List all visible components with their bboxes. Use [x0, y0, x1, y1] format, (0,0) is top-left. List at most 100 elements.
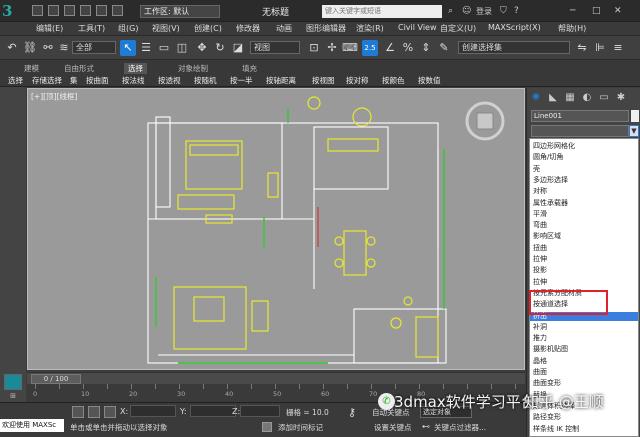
align-icon[interactable]: ⊫	[592, 40, 608, 56]
utilities-icon[interactable]: ✱	[614, 91, 628, 105]
modifier-item[interactable]: 弯曲	[533, 221, 547, 230]
save-icon[interactable]	[64, 5, 75, 16]
edit-named-selection-icon[interactable]: ✎	[436, 40, 452, 56]
menu-help[interactable]: 帮助(H)	[558, 23, 586, 34]
open-file-icon[interactable]	[48, 5, 59, 16]
menu-animation[interactable]: 动画	[276, 23, 292, 34]
bind-space-warp-icon[interactable]: ≋	[56, 40, 72, 56]
select-by-name-icon[interactable]: ☰	[138, 40, 154, 56]
snap-toggle-icon[interactable]: 2.5	[362, 40, 378, 56]
key-icon[interactable]: ⚷	[348, 406, 356, 419]
modify-icon[interactable]: ◣	[546, 91, 560, 105]
select-manipulate-icon[interactable]: ✢	[324, 40, 340, 56]
ribbon-button-by-surface[interactable]: 按曲面	[86, 75, 109, 86]
minimize-icon[interactable]: ─	[570, 6, 575, 16]
menu-edit[interactable]: 编辑(E)	[36, 23, 63, 34]
select-rotate-icon[interactable]: ↻	[212, 40, 228, 56]
isolate-icon[interactable]	[88, 406, 100, 418]
unlink-icon[interactable]: ⚯	[40, 40, 56, 56]
ribbon-button-by-half[interactable]: 按一半	[230, 75, 253, 86]
modifier-item[interactable]: 对称	[533, 187, 547, 196]
modifier-item[interactable]: 样条线 IK 控制	[533, 425, 579, 434]
keyboard-shortcut-icon[interactable]: ⌨	[342, 40, 358, 56]
modifier-item[interactable]: 拉伸	[533, 255, 547, 264]
project-folder-icon[interactable]	[112, 5, 123, 16]
window-crossing-icon[interactable]: ◫	[174, 40, 190, 56]
lock-selection-icon[interactable]	[72, 406, 84, 418]
time-slider[interactable]: 0 / 100	[27, 372, 525, 384]
add-time-tag-icon[interactable]	[262, 422, 272, 432]
menu-maxscript[interactable]: MAXScript(X)	[488, 23, 541, 32]
y-coordinate-field[interactable]	[190, 405, 236, 417]
transform-mode-icon[interactable]	[104, 406, 116, 418]
key-filters-button[interactable]: 关键点过滤器...	[434, 422, 486, 433]
layer-manager-icon[interactable]: ≡	[610, 40, 626, 56]
menu-create[interactable]: 创建(C)	[194, 23, 222, 34]
ribbon-button-by-random[interactable]: 按随机	[194, 75, 217, 86]
search-input[interactable]: 键入关键字或短语	[322, 5, 442, 18]
chevron-down-icon[interactable]: ▼	[629, 125, 639, 137]
modifier-item[interactable]: 曲面	[533, 368, 547, 377]
mirror-icon[interactable]: ⇋	[574, 40, 590, 56]
percent-snap-icon[interactable]: %	[400, 40, 416, 56]
modifier-item[interactable]: 平滑	[533, 210, 547, 219]
modifier-item[interactable]: 扭曲	[533, 244, 547, 253]
angle-snap-icon[interactable]: ∠	[382, 40, 398, 56]
select-scale-icon[interactable]: ◪	[230, 40, 246, 56]
modifier-item[interactable]: 曲面变形	[533, 379, 561, 388]
modifier-item[interactable]: 摄影机贴图	[533, 345, 568, 354]
object-name-field[interactable]: Line001	[531, 110, 629, 122]
menu-civil-view[interactable]: Civil View	[398, 23, 437, 32]
close-icon[interactable]: ✕	[614, 6, 622, 16]
modifier-item[interactable]: 拉伸	[533, 278, 547, 287]
ribbon-button-by-normal[interactable]: 按法线	[122, 75, 145, 86]
ribbon-button-by-color[interactable]: 按颜色	[382, 75, 405, 86]
create-icon[interactable]: ✺	[529, 91, 543, 105]
add-time-tag[interactable]: 添加时间标记	[278, 422, 323, 433]
search-icon[interactable]: ⌕	[448, 6, 453, 16]
set-key-button[interactable]: 设置关键点	[374, 422, 412, 433]
select-move-icon[interactable]: ✥	[194, 40, 210, 56]
modifier-item[interactable]: 推力	[533, 334, 547, 343]
new-file-icon[interactable]	[32, 5, 43, 16]
ribbon-button-select[interactable]: 选择	[8, 75, 23, 86]
modifier-item[interactable]: 晶格	[533, 357, 547, 366]
undo-icon[interactable]: ↶	[4, 40, 20, 56]
menu-modifiers[interactable]: 修改器	[236, 23, 260, 34]
x-coordinate-field[interactable]	[130, 405, 176, 417]
modifier-item[interactable]: 属性承载器	[533, 199, 568, 208]
app-logo-icon[interactable]: 3	[2, 2, 24, 20]
pivot-center-icon[interactable]: ⊡	[306, 40, 322, 56]
help-icon[interactable]: ?	[514, 6, 519, 16]
modifier-item[interactable]: 多边形选择	[533, 176, 568, 185]
menu-customize[interactable]: 自定义(U)	[440, 23, 476, 34]
modifier-item[interactable]: 壳	[533, 165, 540, 174]
ribbon-button-sets[interactable]: 集	[70, 75, 78, 86]
ribbon-tab-freeform[interactable]: 自由形式	[64, 63, 94, 74]
selection-filter-dropdown[interactable]: 全部	[72, 41, 116, 54]
timeline-toggle-icon[interactable]: ⊞	[6, 392, 20, 400]
ribbon-tab-modeling[interactable]: 建模	[24, 63, 39, 74]
menu-rendering[interactable]: 渲染(R)	[356, 23, 384, 34]
menu-tools[interactable]: 工具(T)	[78, 23, 105, 34]
rectangular-selection-icon[interactable]: ▭	[156, 40, 172, 56]
modifier-item[interactable]: 路径变形	[533, 413, 561, 422]
menu-views[interactable]: 视图(V)	[152, 23, 180, 34]
modifier-item[interactable]: 圆角/切角	[533, 153, 563, 162]
motion-icon[interactable]: ◐	[580, 91, 594, 105]
maxscript-listener[interactable]: 欢迎使用 MAXSc	[0, 419, 64, 432]
named-selection-sets-dropdown[interactable]: 创建选择集	[458, 41, 570, 54]
ribbon-button-by-symmetry[interactable]: 按对称	[346, 75, 369, 86]
modifier-list-dropdown[interactable]	[531, 125, 629, 137]
ribbon-button-by-numeric[interactable]: 按数值	[418, 75, 441, 86]
hierarchy-icon[interactable]: ▦	[563, 91, 577, 105]
login-link[interactable]: 登录	[476, 6, 492, 17]
mini-curve-editor-icon[interactable]	[4, 374, 22, 390]
time-slider-knob[interactable]: 0 / 100	[31, 374, 81, 384]
modifier-item[interactable]: 四边形网格化	[533, 142, 575, 151]
modifier-item[interactable]: 投影	[533, 266, 547, 275]
link-icon[interactable]: ⛓	[22, 40, 38, 56]
ribbon-button-by-perspective[interactable]: 按透视	[158, 75, 181, 86]
top-viewport[interactable]: [+][顶][线框]	[27, 88, 525, 370]
select-object-icon[interactable]: ↖	[120, 40, 136, 56]
